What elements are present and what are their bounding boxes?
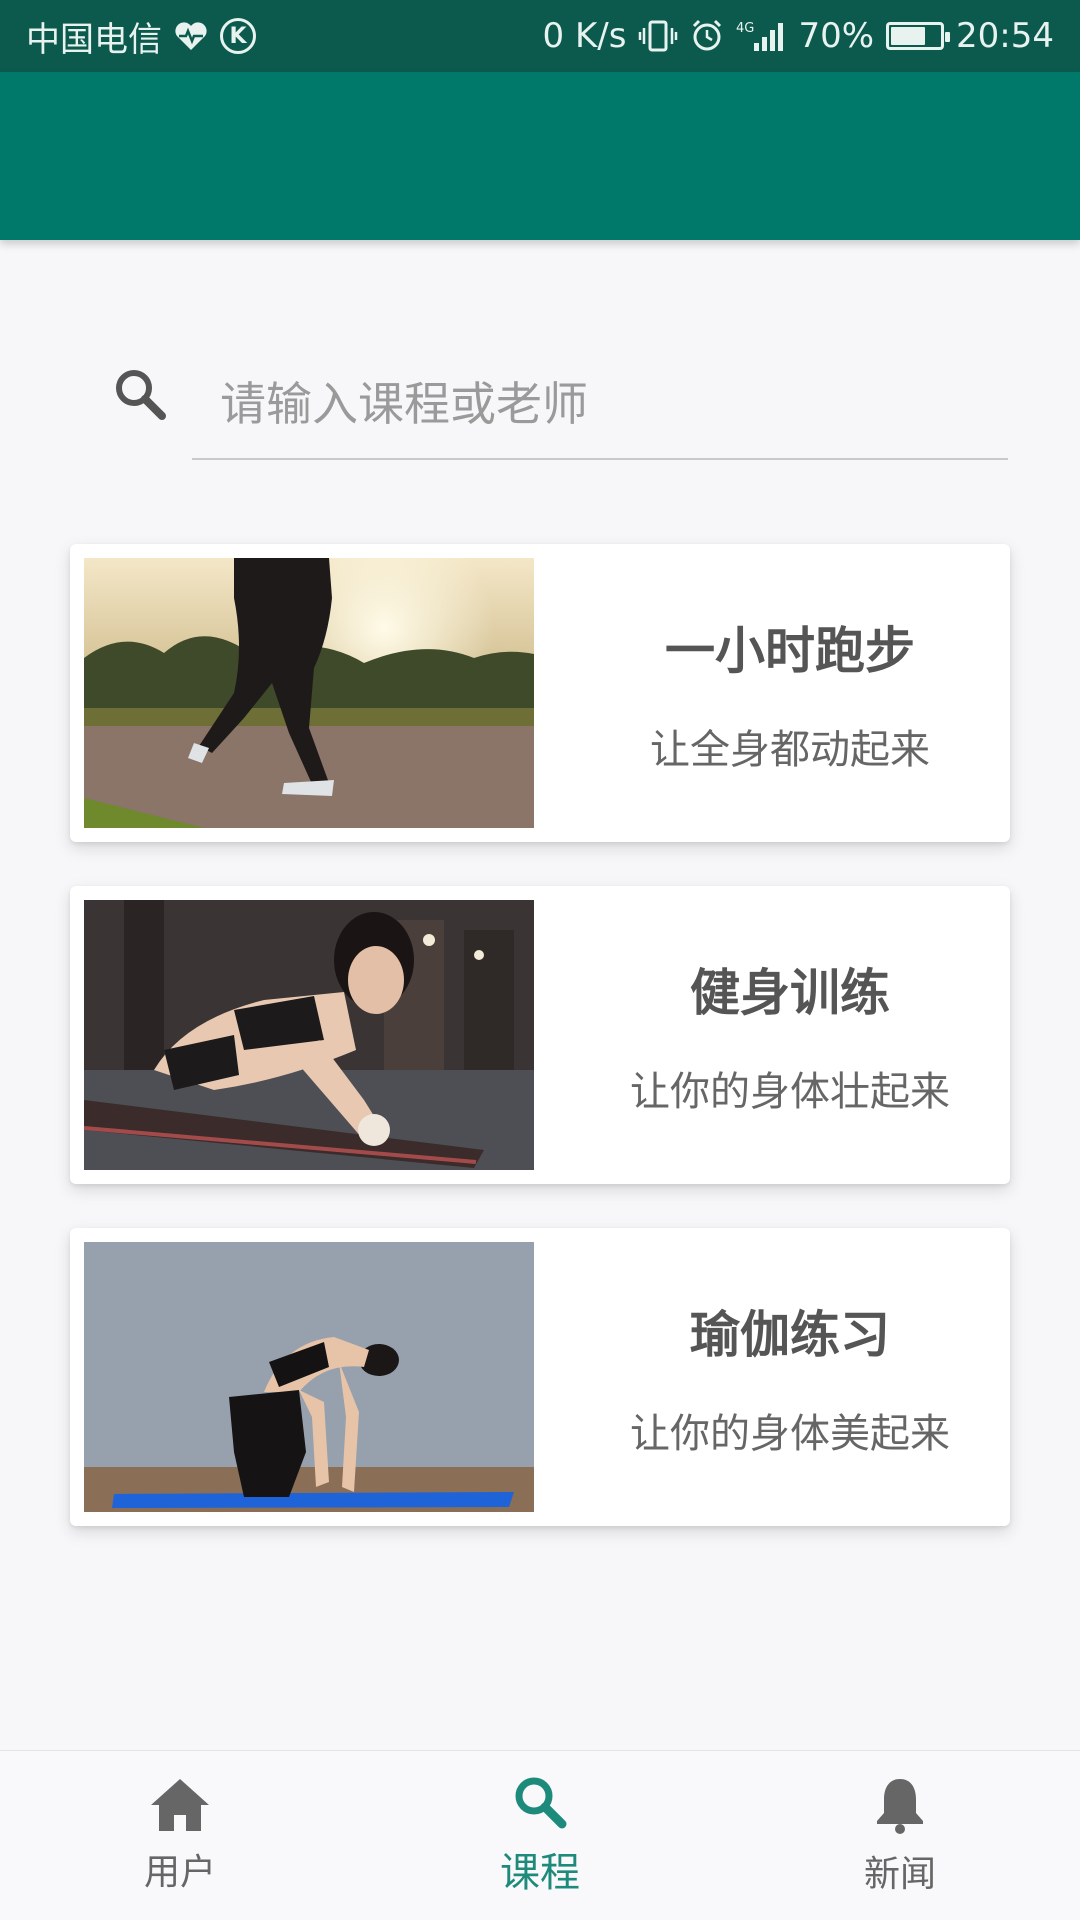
carrier-name: 中国电信 bbox=[26, 19, 162, 60]
status-bar-left: 中国电信 K bbox=[26, 12, 256, 61]
course-title: 瑜伽练习 bbox=[690, 1306, 890, 1364]
course-card-yoga[interactable]: 瑜伽练习 让你的身体美起来 bbox=[70, 1228, 1010, 1526]
nav-label-courses: 课程 bbox=[500, 1849, 580, 1896]
heart-rate-icon bbox=[174, 21, 208, 51]
course-title: 健身训练 bbox=[690, 964, 890, 1022]
search-input[interactable] bbox=[192, 350, 1008, 460]
nav-item-courses[interactable]: 课程 bbox=[360, 1751, 720, 1920]
home-icon bbox=[149, 1777, 211, 1833]
course-title: 一小时跑步 bbox=[665, 622, 915, 680]
vibrate-icon bbox=[638, 19, 678, 53]
alarm-icon bbox=[690, 19, 724, 53]
course-card-fitness[interactable]: 健身训练 让你的身体壮起来 bbox=[70, 886, 1010, 1184]
course-image-running bbox=[84, 558, 534, 828]
clock-time: 20:54 bbox=[956, 16, 1054, 56]
search-icon[interactable] bbox=[110, 364, 170, 424]
battery-level-fill bbox=[891, 27, 925, 45]
status-bar: 中国电信 K 0 K/s 4G 70% 20:54 bbox=[0, 0, 1080, 72]
net-speed: 0 K/s bbox=[542, 16, 627, 56]
course-subtitle: 让你的身体美起来 bbox=[630, 1411, 950, 1457]
course-info: 一小时跑步 让全身都动起来 bbox=[590, 544, 990, 842]
signal-icon: 4G bbox=[736, 19, 786, 53]
app-bar bbox=[0, 72, 1080, 240]
nav-label-user: 用户 bbox=[143, 1851, 216, 1893]
bell-icon bbox=[873, 1775, 927, 1835]
bottom-nav: 用户 课程 新闻 bbox=[0, 1750, 1080, 1920]
course-image-fitness bbox=[84, 900, 534, 1170]
nav-label-news: 新闻 bbox=[863, 1853, 936, 1895]
battery-percent: 70% bbox=[798, 16, 875, 56]
network-type: 4G bbox=[736, 21, 754, 36]
nav-item-user[interactable]: 用户 bbox=[0, 1751, 360, 1920]
nav-item-news[interactable]: 新闻 bbox=[720, 1751, 1080, 1920]
course-image-yoga bbox=[84, 1242, 534, 1512]
course-subtitle: 让你的身体壮起来 bbox=[630, 1069, 950, 1115]
course-info: 瑜伽练习 让你的身体美起来 bbox=[590, 1228, 990, 1526]
course-subtitle: 让全身都动起来 bbox=[650, 727, 930, 773]
status-bar-right: 0 K/s 4G 70% 20:54 bbox=[543, 16, 1054, 56]
course-card-running[interactable]: 一小时跑步 让全身都动起来 bbox=[70, 544, 1010, 842]
search-icon bbox=[510, 1774, 570, 1830]
k-app-icon: K bbox=[220, 18, 256, 54]
course-info: 健身训练 让你的身体壮起来 bbox=[590, 886, 990, 1184]
search-bar bbox=[110, 350, 1010, 460]
battery-icon bbox=[886, 22, 951, 50]
